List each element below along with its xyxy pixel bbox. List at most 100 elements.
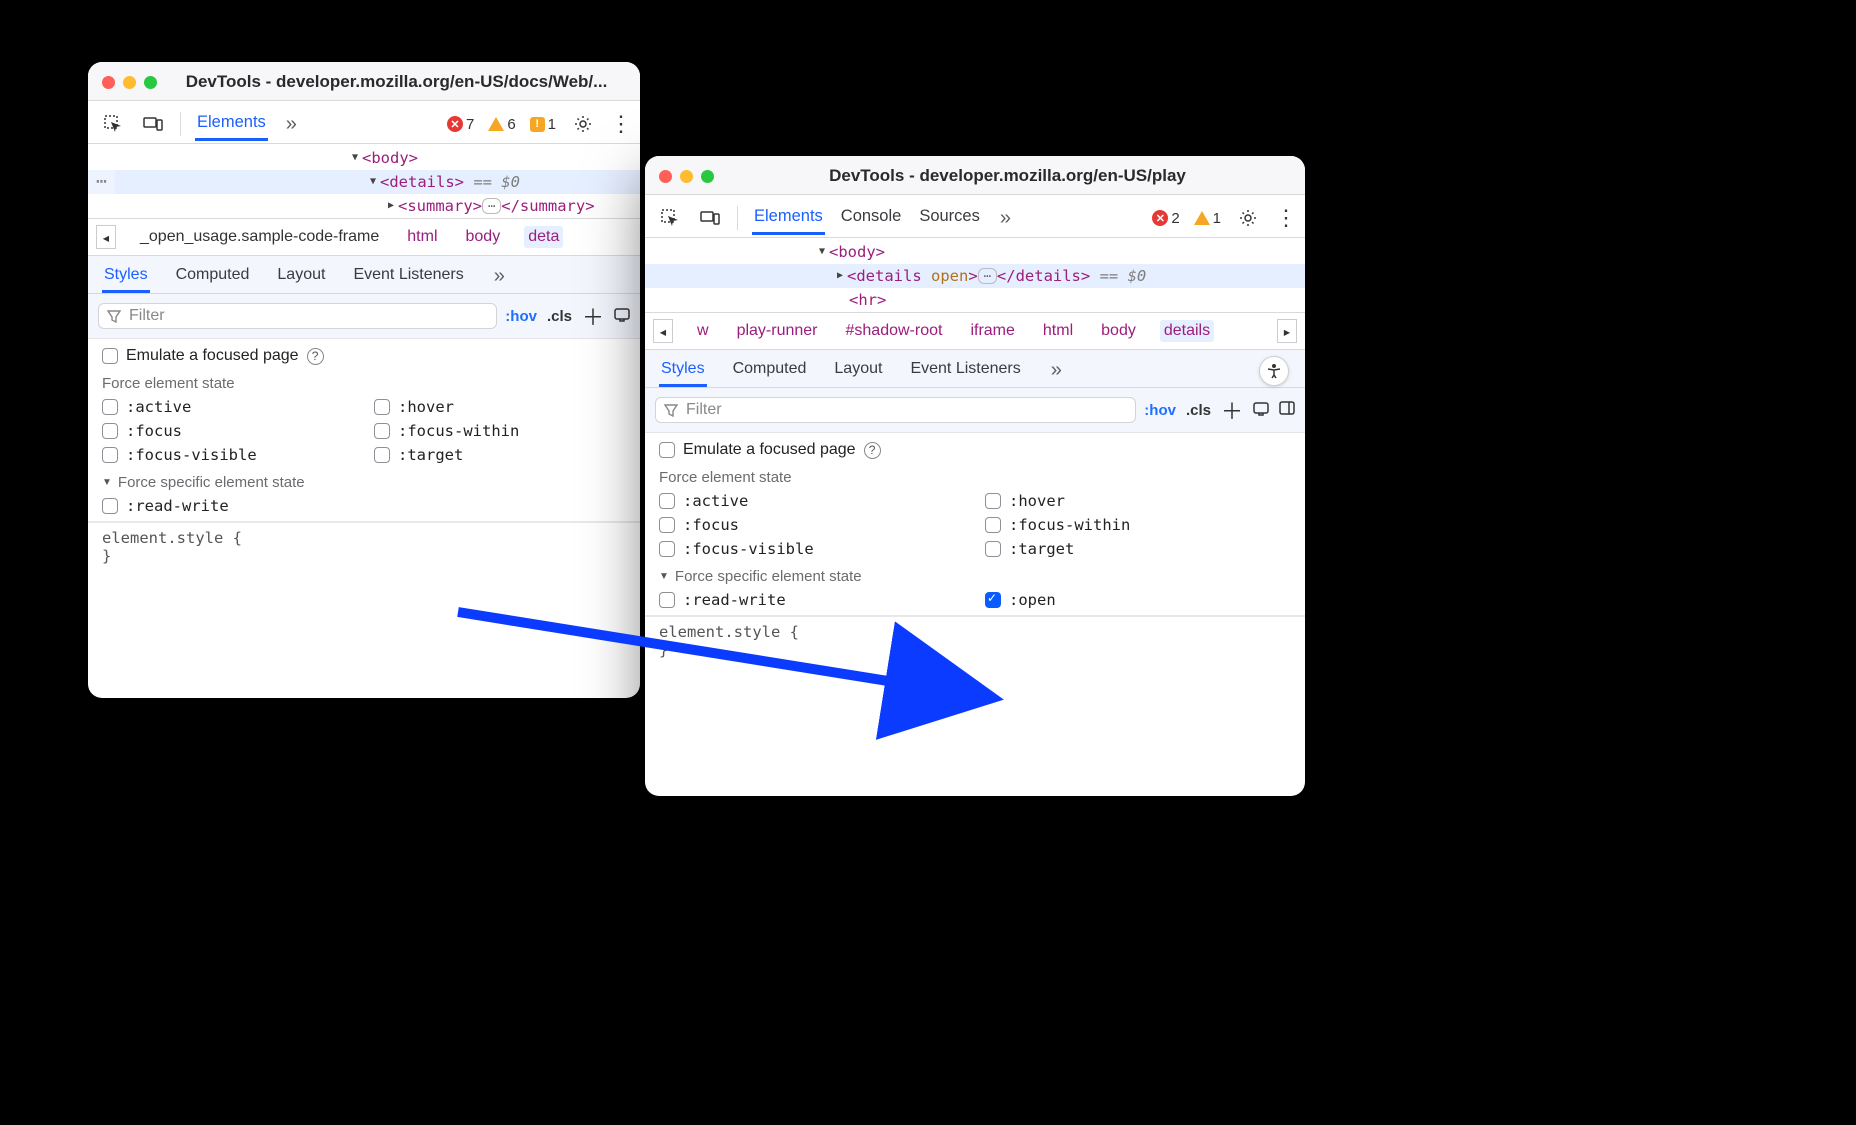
- new-rule-plus-icon[interactable]: ＋: [582, 300, 604, 332]
- crumb-html[interactable]: html: [403, 226, 441, 248]
- dom-tree[interactable]: ▼<body> ▶ <details open>⋯</details> == $…: [645, 238, 1305, 312]
- tab-elements[interactable]: Elements: [752, 201, 825, 235]
- state-target-checkbox[interactable]: :target: [374, 446, 626, 464]
- crumb-details[interactable]: details: [1160, 320, 1214, 342]
- state-focus-within-checkbox[interactable]: :focus-within: [374, 422, 626, 440]
- cls-toggle[interactable]: .cls: [547, 308, 572, 325]
- help-icon[interactable]: ?: [307, 348, 324, 365]
- dom-node-details-close[interactable]: </details>: [997, 264, 1090, 288]
- computed-panel-icon[interactable]: [614, 306, 630, 326]
- hov-toggle[interactable]: :hov: [1144, 402, 1176, 419]
- crumb-shadow-root[interactable]: #shadow-root: [842, 320, 947, 342]
- help-icon[interactable]: ?: [864, 442, 881, 459]
- crumb-body[interactable]: body: [1097, 320, 1140, 342]
- hov-toggle[interactable]: :hov: [505, 308, 537, 325]
- element-style-block[interactable]: element.style { }: [88, 522, 640, 571]
- crumb-w[interactable]: w: [693, 320, 713, 342]
- breadcrumb-left-icon[interactable]: ◂: [653, 319, 673, 343]
- dom-node-body[interactable]: <body>: [829, 240, 885, 264]
- state-active-checkbox[interactable]: :active: [659, 492, 965, 510]
- crumb-body[interactable]: body: [462, 226, 505, 248]
- error-count[interactable]: ✕2: [1152, 210, 1179, 227]
- crumb-play-runner[interactable]: play-runner: [733, 320, 822, 342]
- kebab-menu-icon[interactable]: ⋮: [1275, 205, 1295, 231]
- crumb-frame[interactable]: _open_usage.sample-code-frame: [136, 226, 383, 248]
- zoom-window-button[interactable]: [701, 170, 714, 183]
- state-active-checkbox[interactable]: :active: [102, 398, 354, 416]
- emulate-focused-page-checkbox[interactable]: Emulate a focused page: [659, 441, 856, 459]
- disclosure-triangle-icon[interactable]: ▼: [659, 571, 669, 582]
- state-focus-visible-checkbox[interactable]: :focus-visible: [102, 446, 354, 464]
- subtab-styles[interactable]: Styles: [102, 260, 150, 293]
- crumb-iframe[interactable]: iframe: [966, 320, 1018, 342]
- state-hover-checkbox[interactable]: :hover: [374, 398, 626, 416]
- more-subtabs-icon[interactable]: »: [1047, 359, 1066, 382]
- tab-elements[interactable]: Elements: [195, 107, 268, 141]
- more-subtabs-icon[interactable]: »: [490, 265, 509, 288]
- close-window-button[interactable]: [102, 76, 115, 89]
- dom-node-details[interactable]: <details>: [380, 170, 464, 194]
- warning-count[interactable]: 6: [488, 116, 515, 133]
- settings-gear-icon[interactable]: [1235, 205, 1261, 231]
- device-toolbar-icon[interactable]: [697, 205, 723, 231]
- breadcrumb-left-icon[interactable]: ◂: [96, 225, 116, 249]
- state-focus-visible-checkbox[interactable]: :focus-visible: [659, 540, 965, 558]
- state-target-checkbox[interactable]: :target: [985, 540, 1291, 558]
- accessibility-badge-icon[interactable]: [1259, 356, 1289, 386]
- gutter-ellipsis[interactable]: ⋯: [88, 170, 115, 194]
- crumb-html[interactable]: html: [1039, 320, 1077, 342]
- dom-node-summary-open[interactable]: <summary>: [398, 194, 482, 218]
- close-window-button[interactable]: [659, 170, 672, 183]
- disclosure-triangle-icon[interactable]: ▶: [833, 268, 847, 284]
- disclosure-triangle-icon[interactable]: ▼: [815, 244, 829, 260]
- subtab-computed[interactable]: Computed: [174, 260, 252, 293]
- crumb-details[interactable]: deta: [524, 226, 563, 248]
- collapsed-ellipsis-icon[interactable]: ⋯: [482, 198, 501, 214]
- new-rule-plus-icon[interactable]: ＋: [1221, 394, 1243, 426]
- minimize-window-button[interactable]: [680, 170, 693, 183]
- dom-tree[interactable]: ▼<body> ⋯ ▼<details> == $0 ▶<summary>⋯</…: [88, 144, 640, 218]
- inspect-element-icon[interactable]: [657, 205, 683, 231]
- state-focus-within-checkbox[interactable]: :focus-within: [985, 516, 1291, 534]
- disclosure-triangle-icon[interactable]: ▼: [348, 150, 362, 166]
- emulate-focused-page-checkbox[interactable]: Emulate a focused page: [102, 347, 299, 365]
- inspect-element-icon[interactable]: [100, 111, 126, 137]
- dom-node-details[interactable]: <details open>: [847, 264, 978, 288]
- breadcrumb-right-icon[interactable]: ▸: [1277, 319, 1297, 343]
- disclosure-triangle-icon[interactable]: ▼: [366, 174, 380, 190]
- state-focus-checkbox[interactable]: :focus: [659, 516, 965, 534]
- state-read-write-checkbox[interactable]: :read-write: [659, 591, 965, 609]
- collapsed-ellipsis-icon[interactable]: ⋯: [978, 268, 997, 284]
- computed-panel-icon[interactable]: [1253, 400, 1269, 420]
- tab-sources[interactable]: Sources: [917, 201, 982, 235]
- filter-input[interactable]: Filter: [655, 397, 1136, 423]
- kebab-menu-icon[interactable]: ⋮: [610, 111, 630, 137]
- element-style-block[interactable]: element.style { }: [645, 616, 1305, 665]
- disclosure-triangle-icon[interactable]: ▶: [384, 198, 398, 214]
- error-count[interactable]: ✕7: [447, 116, 474, 133]
- titlebar[interactable]: DevTools - developer.mozilla.org/en-US/p…: [645, 156, 1305, 195]
- state-focus-checkbox[interactable]: :focus: [102, 422, 354, 440]
- subtab-event-listeners[interactable]: Event Listeners: [908, 354, 1022, 387]
- device-toolbar-icon[interactable]: [140, 111, 166, 137]
- disclosure-triangle-icon[interactable]: ▼: [102, 477, 112, 488]
- state-hover-checkbox[interactable]: :hover: [985, 492, 1291, 510]
- subtab-event-listeners[interactable]: Event Listeners: [351, 260, 465, 293]
- zoom-window-button[interactable]: [144, 76, 157, 89]
- tab-console[interactable]: Console: [839, 201, 904, 235]
- state-read-write-checkbox[interactable]: :read-write: [102, 497, 354, 515]
- minimize-window-button[interactable]: [123, 76, 136, 89]
- state-open-checkbox[interactable]: :open: [985, 591, 1291, 609]
- info-count[interactable]: !1: [530, 116, 556, 133]
- filter-input[interactable]: Filter: [98, 303, 497, 329]
- dom-node-hr[interactable]: <hr>: [849, 288, 886, 312]
- warning-count[interactable]: 1: [1194, 210, 1221, 227]
- sidebar-toggle-icon[interactable]: [1279, 400, 1295, 420]
- subtab-layout[interactable]: Layout: [832, 354, 884, 387]
- settings-gear-icon[interactable]: [570, 111, 596, 137]
- dom-node-body[interactable]: <body>: [362, 146, 418, 170]
- subtab-styles[interactable]: Styles: [659, 354, 707, 387]
- subtab-computed[interactable]: Computed: [731, 354, 809, 387]
- more-tabs-icon[interactable]: »: [282, 113, 301, 136]
- more-tabs-icon[interactable]: »: [996, 207, 1015, 230]
